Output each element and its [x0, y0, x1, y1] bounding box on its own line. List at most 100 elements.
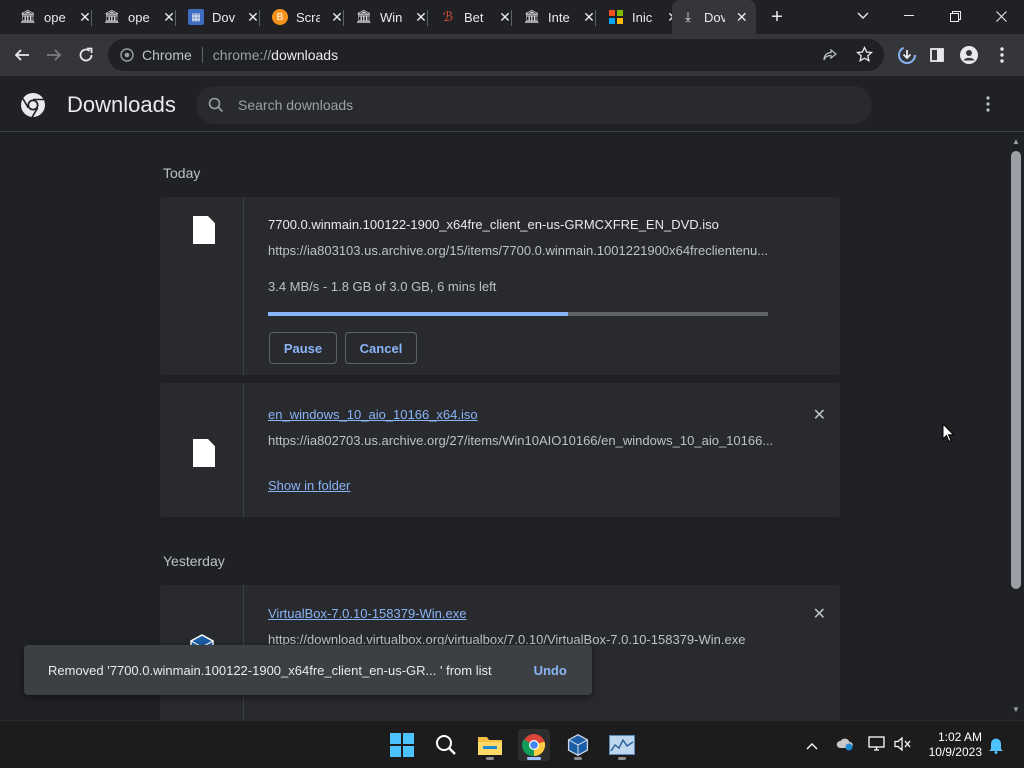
search-icon [208, 97, 224, 113]
archive-icon: 🏛 [523, 9, 541, 24]
new-tab-button[interactable]: + [766, 6, 788, 28]
file-icon [193, 439, 215, 467]
forward-button[interactable] [38, 39, 70, 71]
tab-1[interactable]: 🏛 ope ✕ [12, 0, 100, 34]
file-icon [193, 216, 215, 244]
downloads-toolbar-icon[interactable] [891, 39, 923, 71]
cancel-button[interactable]: Cancel [345, 332, 417, 364]
profile-avatar[interactable] [953, 39, 985, 71]
download-filename-link[interactable]: en_windows_10_aio_10166_x64.iso [268, 407, 478, 422]
tab-title: Win [380, 9, 403, 25]
date-group-label: Today [163, 165, 201, 181]
reload-button[interactable] [70, 39, 102, 71]
back-button[interactable] [6, 39, 38, 71]
bookmark-star-icon[interactable] [855, 45, 874, 66]
close-tab-icon[interactable]: ✕ [246, 9, 260, 26]
chrome-logo-icon [20, 92, 46, 123]
archive-icon: 🏛 [19, 9, 37, 24]
show-hidden-icons-icon[interactable] [806, 737, 818, 755]
page-title: Downloads [67, 92, 176, 117]
close-tab-icon[interactable]: ✕ [735, 9, 748, 26]
progress-fill [268, 312, 568, 316]
tab-title: ope [44, 9, 66, 25]
download-source-url[interactable]: https://ia802703.us.archive.org/27/items… [268, 433, 773, 448]
download-source-url[interactable]: https://ia803103.us.archive.org/15/items… [268, 243, 768, 258]
pause-button[interactable]: Pause [269, 332, 337, 364]
chrome-menu-icon[interactable] [986, 39, 1018, 71]
minimize-button[interactable] [886, 0, 932, 32]
tab-6[interactable]: ℬ Bet ✕ [432, 0, 520, 34]
downloads-list: Today 7700.0.winmain.100122-1900_x64fre_… [0, 133, 1008, 720]
clock-date: 10/9/2023 [928, 745, 982, 759]
scrollbar-thumb[interactable] [1011, 151, 1021, 589]
tab-title: Dov [704, 9, 726, 25]
download-status: 3.4 MB/s - 1.8 GB of 3.0 GB, 6 mins left [268, 279, 497, 294]
tab-3[interactable]: ▦ Dov ✕ [180, 0, 268, 34]
restore-button[interactable] [932, 0, 978, 32]
scrollbar[interactable]: ▲ ▼ [1008, 133, 1024, 720]
site-label: Chrome [142, 47, 192, 63]
close-tab-icon[interactable]: ✕ [414, 9, 428, 26]
close-tab-icon[interactable]: ✕ [162, 9, 176, 26]
tab-title: Dov [212, 9, 236, 25]
search-placeholder: Search downloads [238, 97, 354, 113]
scroll-up-icon[interactable]: ▲ [1012, 137, 1020, 146]
show-in-folder-link[interactable]: Show in folder [268, 478, 350, 493]
virtualbox-taskbar-icon[interactable] [562, 729, 594, 761]
toast-message: Removed '7700.0.winmain.100122-1900_x64f… [48, 662, 492, 678]
tab-title: Bet [464, 9, 484, 25]
tab-title: Inte [548, 9, 570, 25]
tab-title: ope [128, 9, 150, 25]
download-icon: ⤓ [685, 9, 691, 24]
tab-2[interactable]: 🏛 ope ✕ [96, 0, 184, 34]
removed-toast: Removed '7700.0.winmain.100122-1900_x64f… [24, 645, 592, 695]
tab-7[interactable]: 🏛 Inte ✕ [516, 0, 604, 34]
search-taskbar-icon[interactable] [430, 729, 462, 761]
chrome-taskbar-icon[interactable] [518, 729, 550, 761]
download-item: en_windows_10_aio_10166_x64.iso ✕ https:… [160, 383, 840, 517]
close-tab-icon[interactable]: ✕ [78, 9, 92, 26]
volume-muted-icon[interactable] [894, 736, 912, 757]
microsoft-icon [608, 9, 624, 25]
downloads-menu-icon[interactable] [986, 96, 990, 117]
tab-4[interactable]: B Scra ✕ [264, 0, 352, 34]
doc-icon: ▦ [188, 9, 204, 25]
tab-search-icon[interactable] [840, 0, 886, 32]
remove-item-icon[interactable]: ✕ [813, 405, 826, 425]
network-icon[interactable] [868, 736, 886, 757]
clock-time: 1:02 AM [937, 730, 982, 744]
notifications-bell-icon[interactable] [988, 736, 1004, 759]
onedrive-icon[interactable] [836, 737, 854, 756]
bitcoin-icon: B [272, 9, 288, 25]
archive-icon: 🏛 [355, 9, 373, 24]
remove-item-icon[interactable]: ✕ [813, 604, 826, 624]
download-item: 7700.0.winmain.100122-1900_x64fre_client… [160, 197, 840, 375]
chrome-site-icon[interactable] [120, 48, 134, 62]
side-panel-icon[interactable] [921, 39, 953, 71]
system-clock[interactable]: 1:02 AM 10/9/2023 [922, 730, 982, 760]
download-filename: 7700.0.winmain.100122-1900_x64fre_client… [268, 217, 719, 232]
mouse-cursor-icon [942, 422, 955, 448]
tab-5[interactable]: 🏛 Win ✕ [348, 0, 436, 34]
scroll-down-icon[interactable]: ▼ [1012, 705, 1020, 714]
pdf-icon: ℬ [442, 9, 454, 24]
windows-taskbar: 1:02 AM 10/9/2023 [0, 720, 1024, 768]
close-window-button[interactable] [978, 0, 1024, 32]
start-button[interactable] [386, 729, 418, 761]
share-icon[interactable] [822, 47, 838, 66]
undo-button[interactable]: Undo [534, 663, 567, 678]
date-group-label: Yesterday [163, 553, 225, 569]
progress-bar [268, 312, 768, 316]
resource-monitor-icon[interactable] [606, 729, 638, 761]
download-filename-link[interactable]: VirtualBox-7.0.10-158379-Win.exe [268, 606, 467, 621]
close-tab-icon[interactable]: ✕ [330, 9, 344, 26]
close-tab-icon[interactable]: ✕ [498, 9, 512, 26]
file-explorer-icon[interactable] [474, 729, 506, 761]
tab-downloads-active[interactable]: ⤓ Dov ✕ [672, 0, 756, 34]
close-tab-icon[interactable]: ✕ [582, 9, 596, 26]
search-downloads-field[interactable]: Search downloads [196, 86, 872, 124]
tab-title: Inic [632, 9, 653, 25]
tab-title: Scra [296, 9, 320, 25]
address-bar[interactable]: Chrome chrome://downloads [108, 39, 884, 71]
browser-toolbar: Chrome chrome://downloads [0, 34, 1024, 76]
